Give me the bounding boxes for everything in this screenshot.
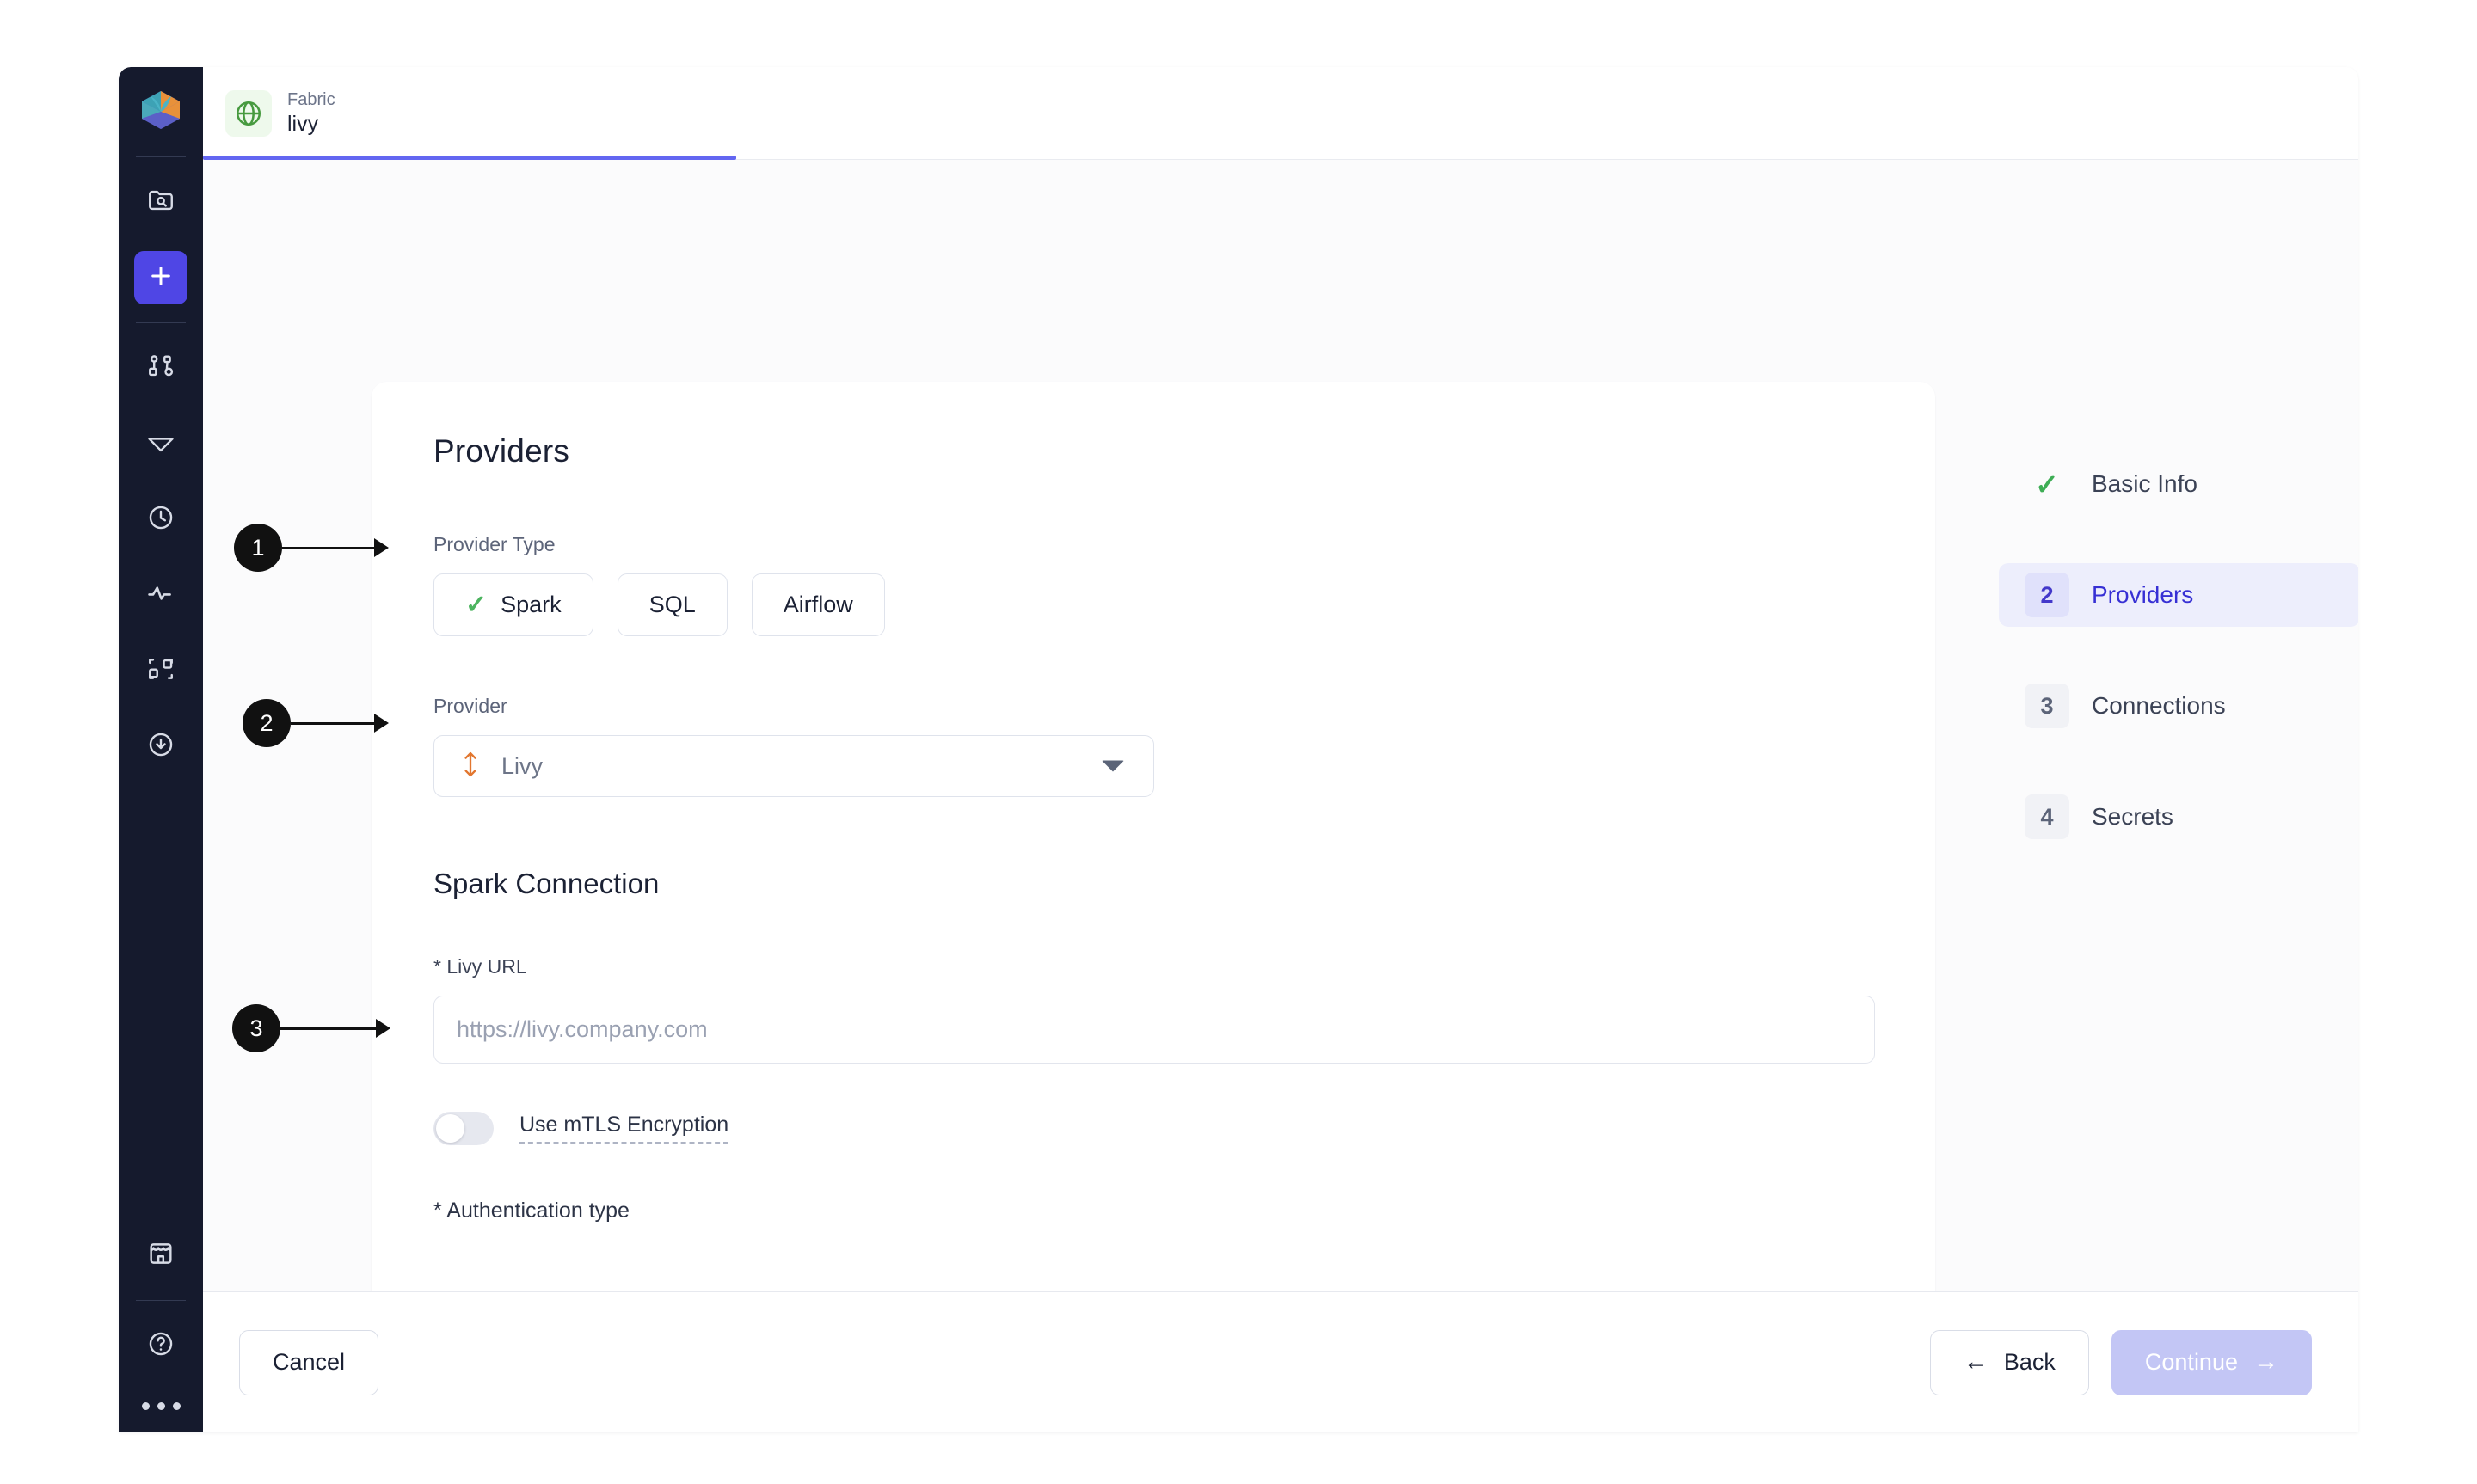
- step-providers[interactable]: 2 Providers: [1999, 563, 2358, 627]
- sidebar-item-marketplace[interactable]: [134, 1229, 187, 1282]
- sidebar-item-integrations[interactable]: [134, 644, 187, 697]
- provider-type-options: ✓ Spark SQL Airflow: [433, 573, 1873, 636]
- tab-text: Fabric livy: [287, 90, 335, 137]
- livy-url-placeholder: https://livy.company.com: [457, 1016, 708, 1042]
- step-connections[interactable]: 3 Connections: [1999, 674, 2358, 738]
- check-icon: ✓: [465, 590, 488, 619]
- gem-icon: [146, 427, 175, 461]
- arrow-right-icon: →: [2253, 1348, 2278, 1376]
- continue-button[interactable]: Continue →: [2111, 1329, 2312, 1395]
- step-number: 4: [2025, 794, 2069, 839]
- providers-card: Providers Provider Type ✓ Spark SQL Airf…: [372, 382, 1935, 1291]
- spark-connection-heading: Spark Connection: [433, 868, 660, 899]
- provider-type-option-label: Airflow: [783, 592, 853, 617]
- tab-bar: Fabric livy: [203, 67, 2358, 160]
- provider-type-option-sql[interactable]: SQL: [617, 573, 728, 636]
- livy-url-label: * Livy URL: [433, 955, 527, 978]
- toggle-knob: [436, 1114, 464, 1143]
- auth-type-label: * Authentication type: [433, 1199, 630, 1223]
- provider-type-option-airflow[interactable]: Airflow: [751, 573, 885, 636]
- main-column: Fabric livy Providers Provider Type ✓ Sp…: [203, 67, 2358, 1432]
- cancel-button[interactable]: Cancel: [239, 1329, 379, 1395]
- activity-pulse-icon: [146, 579, 175, 612]
- sidebar-item-monitoring[interactable]: [134, 568, 187, 622]
- page-title: Providers: [433, 433, 570, 469]
- chevron-down-icon: [1102, 760, 1124, 772]
- sidebar-item-folder-search[interactable]: [134, 175, 187, 229]
- provider-type-option-label: SQL: [648, 592, 696, 617]
- sidebar-item-create[interactable]: [134, 251, 187, 304]
- rail-divider-bottom: [136, 1300, 186, 1301]
- sidebar-item-downloads[interactable]: [134, 720, 187, 773]
- annotation-badge: 3: [232, 1004, 280, 1052]
- rail-divider-top: [136, 156, 186, 157]
- wizard-steps: ✓ Basic Info 2 Providers 3 Connections 4…: [1999, 452, 2358, 896]
- wizard-footer: Cancel ← Back Continue →: [203, 1291, 2358, 1432]
- footer-button-group: ← Back Continue →: [1929, 1329, 2312, 1395]
- provider-type-option-label: Spark: [501, 592, 562, 617]
- arrow-left-icon: ←: [1963, 1348, 1988, 1376]
- tab-title: livy: [287, 111, 319, 136]
- annotation-badge: 2: [243, 699, 291, 747]
- step-basic-info[interactable]: ✓ Basic Info: [1999, 452, 2358, 516]
- annotation-line: [280, 1027, 377, 1030]
- body-area: Providers Provider Type ✓ Spark SQL Airf…: [203, 160, 2358, 1291]
- check-icon: ✓: [2035, 468, 2059, 500]
- sidebar-item-pipelines[interactable]: [134, 341, 187, 395]
- step-label: Basic Info: [2092, 470, 2197, 497]
- back-button[interactable]: ← Back: [1929, 1329, 2089, 1395]
- clock-icon: [146, 503, 175, 537]
- annotation-arrowhead: [376, 1019, 390, 1038]
- step-label: Providers: [2092, 581, 2194, 608]
- mtls-toggle-label: Use mTLS Encryption: [519, 1113, 729, 1144]
- left-rail: [119, 67, 203, 1432]
- provider-type-label: Provider Type: [433, 533, 556, 555]
- back-button-label: Back: [2003, 1349, 2056, 1375]
- connected-nodes-icon: [146, 654, 175, 688]
- step-secrets[interactable]: 4 Secrets: [1999, 785, 2358, 849]
- folder-search-icon: [146, 186, 175, 219]
- step-number: 2: [2025, 573, 2069, 617]
- provider-label: Provider: [433, 695, 507, 717]
- help-circle-icon: [146, 1329, 175, 1363]
- annotation-arrowhead: [374, 538, 389, 557]
- annotation-marker-2: 2: [243, 699, 389, 747]
- annotation-badge: 1: [234, 524, 282, 572]
- globe-icon: [225, 89, 272, 137]
- sidebar-item-models[interactable]: [134, 417, 187, 470]
- pipeline-graph-icon: [146, 352, 175, 385]
- provider-select-value: Livy: [501, 752, 544, 779]
- annotation-arrowhead: [374, 714, 389, 733]
- mtls-toggle[interactable]: [433, 1112, 494, 1145]
- livy-updown-arrow-icon: [458, 751, 482, 782]
- mtls-toggle-row: Use mTLS Encryption: [433, 1112, 1873, 1145]
- annotation-marker-1: 1: [234, 524, 389, 572]
- hexagon-prism-logo: [133, 83, 188, 138]
- sidebar-item-help[interactable]: [134, 1319, 187, 1372]
- annotation-line: [291, 721, 375, 725]
- tab-kicker: Fabric: [287, 89, 335, 109]
- card-inner: Providers Provider Type ✓ Spark SQL Airf…: [372, 433, 1935, 1223]
- step-label: Secrets: [2092, 803, 2173, 830]
- plus-icon: [147, 262, 175, 294]
- annotation-line: [282, 546, 375, 549]
- sidebar-item-history[interactable]: [134, 493, 187, 546]
- more-dots-icon[interactable]: [141, 1402, 181, 1410]
- continue-button-label: Continue: [2144, 1349, 2238, 1375]
- livy-url-input[interactable]: https://livy.company.com: [433, 996, 1875, 1064]
- app-window: Fabric livy Providers Provider Type ✓ Sp…: [119, 67, 2358, 1432]
- step-number: 3: [2025, 684, 2069, 728]
- step-label: Connections: [2092, 692, 2226, 719]
- provider-type-option-spark[interactable]: ✓ Spark: [433, 573, 593, 636]
- download-circle-icon: [146, 730, 175, 763]
- tab-fabric-livy[interactable]: Fabric livy: [203, 67, 736, 160]
- rail-divider-mid: [136, 322, 186, 323]
- provider-select[interactable]: Livy: [433, 735, 1154, 797]
- marketplace-store-icon: [146, 1239, 175, 1272]
- annotation-marker-3: 3: [232, 1004, 390, 1052]
